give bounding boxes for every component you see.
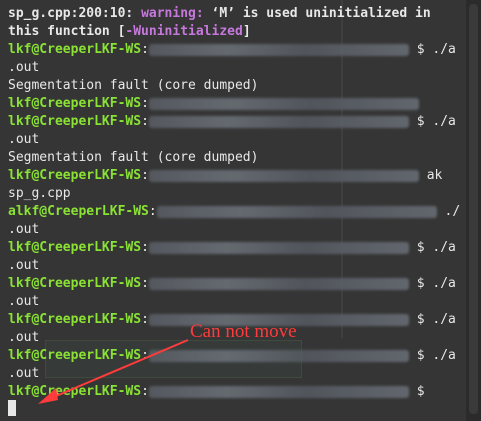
warning-flag: -Wuninitialized [125, 24, 243, 39]
prompt-sep: : [141, 240, 149, 255]
prompt-dollar: $ [416, 384, 425, 399]
segfault-line: Segmentation fault (core dumped) [8, 150, 259, 165]
redacted-path [148, 115, 409, 128]
prompt-user: lkf@CreeperLKF-WS [8, 114, 142, 129]
command-continuation: .out [8, 132, 40, 147]
prompt-user: lkf@CreeperLKF-WS [8, 348, 142, 363]
redacted-path [148, 349, 409, 362]
warning-message-2: this function [ [8, 24, 126, 39]
command-continuation: sp_g.cpp [8, 186, 71, 201]
command-continuation: .out [8, 60, 40, 75]
warning-line: sp_g.cpp:200:10: warning: ‘M’ is used un… [8, 5, 431, 23]
command-text: $ ./a [416, 114, 456, 129]
prompt-user: lkf@CreeperLKF-WS [8, 42, 142, 57]
redacted-path [148, 97, 419, 110]
prompt-user: lkf@CreeperLKF-WS [8, 168, 142, 183]
command-continuation: .out [8, 294, 40, 309]
prompt-line: alkf@CreeperLKF-WS: ./ [8, 203, 460, 221]
prompt-user: lkf@CreeperLKF-WS [8, 312, 142, 327]
command-continuation: .out [8, 366, 40, 381]
prompt-line: lkf@CreeperLKF-WS: $ ./a [8, 239, 456, 257]
prompt-sep: : [141, 42, 149, 57]
command-text: $ ./a [416, 276, 456, 291]
prompt-sep: : [141, 312, 149, 327]
redacted-path [148, 43, 409, 56]
prompt-line: lkf@CreeperLKF-WS: $ [8, 383, 425, 401]
terminal-window[interactable]: sp_g.cpp:200:10: warning: ‘M’ is used un… [0, 0, 466, 421]
prompt-user: lkf@CreeperLKF-WS [8, 240, 142, 255]
prompt-line: lkf@CreeperLKF-WS: $ ./a [8, 113, 456, 131]
warning-message: ‘M’ is used uninitialized in [203, 6, 431, 21]
prompt-user: lkf@CreeperLKF-WS [8, 384, 142, 399]
command-text: $ ./a [416, 42, 456, 57]
prompt-sep: : [148, 204, 157, 219]
command-continuation: .out [8, 222, 40, 237]
prompt-line: lkf@CreeperLKF-WS: $ ./a [8, 275, 456, 293]
prompt-user: lkf@CreeperLKF-WS [8, 96, 142, 111]
prompt-sep: : [141, 114, 149, 129]
prompt-user: alkf@CreeperLKF-WS [8, 204, 149, 219]
prompt-sep: : [141, 348, 149, 363]
text-cursor[interactable] [8, 400, 16, 416]
prompt-line: lkf@CreeperLKF-WS: $ ./a [8, 347, 456, 365]
command-text: $ ./a [416, 240, 456, 255]
prompt-user: lkf@CreeperLKF-WS [8, 276, 142, 291]
command-text: ./ [444, 204, 461, 219]
redacted-path [148, 169, 419, 182]
prompt-line: lkf@CreeperLKF-WS: [8, 95, 419, 113]
prompt-sep: : [141, 384, 149, 399]
warning-location: sp_g.cpp:200:10: [8, 6, 134, 21]
command-continuation: .out [8, 330, 40, 345]
prompt-line: lkf@CreeperLKF-WS: ak [8, 167, 442, 185]
command-text: ak [426, 168, 443, 183]
warning-message-3: ] [242, 24, 251, 39]
scrollbar-thumb[interactable] [469, 4, 478, 414]
redacted-path [148, 385, 409, 398]
warning-line-2: this function [-Wuninitialized] [8, 23, 251, 41]
command-text: $ ./a [416, 312, 456, 327]
prompt-sep: : [141, 168, 149, 183]
command-text: $ ./a [416, 348, 456, 363]
warning-level: warning: [141, 6, 204, 21]
prompt-sep: : [141, 96, 149, 111]
segfault-line: Segmentation fault (core dumped) [8, 78, 259, 93]
redacted-path [148, 277, 409, 290]
prompt-sep: : [141, 276, 149, 291]
redacted-path [148, 241, 409, 254]
prompt-line: lkf@CreeperLKF-WS: $ ./a [8, 41, 456, 59]
redacted-path [156, 205, 437, 218]
command-continuation: .out [8, 258, 40, 273]
annotation-label: Can not move [190, 321, 297, 342]
